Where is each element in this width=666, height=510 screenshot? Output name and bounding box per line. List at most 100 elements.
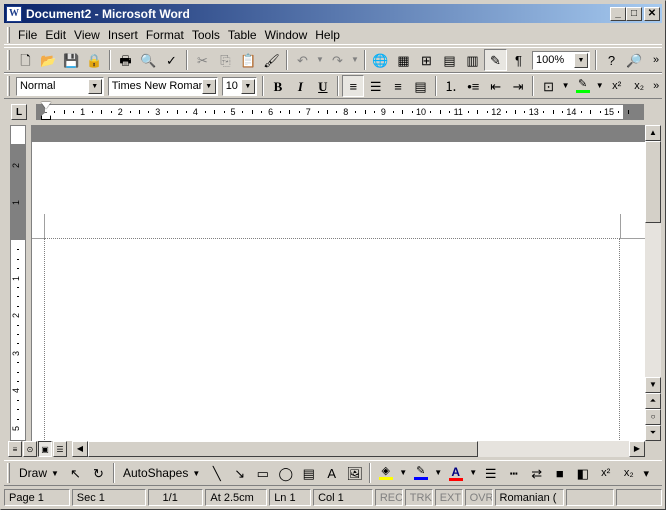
borders-dropdown-icon[interactable]: ▼ [560,75,572,97]
undo-dropdown-icon[interactable]: ▼ [314,49,326,71]
subscript-button[interactable]: x₂ [617,462,640,484]
print-preview-icon[interactable]: 🔍 [137,49,160,71]
research-icon[interactable]: 🔎 [623,49,646,71]
menu-edit[interactable]: Edit [41,26,70,44]
tab-selector[interactable]: L [11,104,27,120]
toolbar-options-icon[interactable]: ▾ [640,467,652,480]
text-boundary[interactable] [44,238,620,441]
arrow-style-icon[interactable]: ⇄ [525,462,548,484]
line-icon[interactable]: ╲ [205,462,228,484]
line-color-icon[interactable]: ✎ [409,462,432,484]
maximize-button[interactable]: □ [626,6,642,21]
font-size-select[interactable]: 10 ▼ [221,76,257,96]
align-center-icon[interactable]: ☰ [364,75,386,97]
print-layout-view-icon[interactable]: ▣ [38,441,52,457]
scroll-right-icon[interactable]: ▶ [629,441,645,457]
menu-help[interactable]: Help [311,26,344,44]
status-ovr[interactable]: OVR [464,489,493,506]
toolbar-grip[interactable] [7,463,10,483]
menu-view[interactable]: View [70,26,104,44]
toolbar-options-icon[interactable]: » [650,54,662,66]
insert-excel-icon[interactable]: ▤ [438,49,461,71]
fill-color-icon[interactable]: ◈ [374,462,397,484]
chevron-down-icon[interactable]: ▼ [87,78,102,94]
superscript-button[interactable]: x² [606,75,628,97]
menu-tools[interactable]: Tools [188,26,224,44]
chevron-down-icon[interactable]: ▼ [201,78,216,94]
status-page[interactable]: Page 1 [4,489,70,506]
status-spelling[interactable] [566,489,615,506]
document-area[interactable] [31,125,645,441]
cut-icon[interactable]: ✂ [191,49,214,71]
status-line[interactable]: Ln 1 [269,489,312,506]
vertical-scrollbar[interactable]: ▲ ▼ ⏶ ○ ⏷ [645,125,661,441]
outline-view-icon[interactable]: ☰ [53,441,67,457]
text-box-icon[interactable]: ▤ [297,462,320,484]
vertical-ruler[interactable]: 2 1 1 2 3 4 5 [10,125,26,441]
status-trk[interactable]: TRK [404,489,433,506]
toolbar-options-icon[interactable]: » [650,80,662,92]
columns-icon[interactable]: ▥ [461,49,484,71]
wordart-icon[interactable]: A [320,462,343,484]
status-section[interactable]: Sec 1 [71,489,146,506]
draw-menu-button[interactable]: Draw ▼ [14,462,64,484]
previous-page-icon[interactable]: ⏶ [645,393,661,409]
open-icon[interactable]: 📂 [37,49,60,71]
select-objects-icon[interactable]: ↖ [64,462,87,484]
status-rec[interactable]: REC [374,489,403,506]
horizontal-scrollbar[interactable]: ◀ ▶ [72,441,645,457]
font-select[interactable]: Times New Roman ▼ [107,76,218,96]
new-icon[interactable]: 🗋 [14,49,37,71]
highlight-icon[interactable]: ✎ [571,75,593,97]
status-language[interactable]: Romanian ( [494,489,565,506]
status-page-count[interactable]: 1/1 [147,489,204,506]
scroll-up-icon[interactable]: ▲ [645,125,661,141]
horizontal-scroll-thumb[interactable] [88,441,478,457]
clip-art-icon[interactable]: 🖼 [343,462,366,484]
first-line-indent-marker[interactable] [41,102,51,109]
copy-icon[interactable]: ⎘ [214,49,237,71]
numbering-icon[interactable]: ⒈ [440,75,462,97]
highlight-dropdown-icon[interactable]: ▼ [594,75,606,97]
menu-format[interactable]: Format [142,26,188,44]
font-color-dropdown-icon[interactable]: ▼ [467,462,479,484]
menu-file[interactable]: File [14,26,41,44]
line-style-icon[interactable]: ☰ [479,462,502,484]
oval-icon[interactable]: ◯ [274,462,297,484]
justify-icon[interactable]: ▤ [409,75,431,97]
rectangle-icon[interactable]: ▭ [251,462,274,484]
scroll-down-icon[interactable]: ▼ [645,377,661,393]
menu-window[interactable]: Window [261,26,312,44]
borders-icon[interactable]: ⊡ [537,75,559,97]
help-icon[interactable]: ? [600,49,623,71]
dash-style-icon[interactable]: ┅ [502,462,525,484]
undo-icon[interactable]: ↶ [291,49,314,71]
line-color-dropdown-icon[interactable]: ▼ [432,462,444,484]
increase-indent-icon[interactable]: ⇥ [507,75,529,97]
format-painter-icon[interactable]: 🖌 [260,49,283,71]
bullets-icon[interactable]: •≡ [462,75,484,97]
select-browse-object-icon[interactable]: ○ [645,409,661,425]
menu-table[interactable]: Table [224,26,261,44]
chevron-down-icon[interactable]: ▼ [574,52,588,68]
arrow-icon[interactable]: ↘ [228,462,251,484]
minimize-button[interactable]: _ [610,6,626,21]
save-icon[interactable]: 💾 [60,49,83,71]
show-hide-icon[interactable]: ¶ [507,49,530,71]
next-page-icon[interactable]: ⏷ [645,425,661,441]
align-left-icon[interactable]: ≡ [342,75,365,97]
3d-style-icon[interactable]: ◧ [571,462,594,484]
fill-color-dropdown-icon[interactable]: ▼ [397,462,409,484]
toolbar-grip[interactable] [7,76,10,96]
insert-table-icon[interactable]: ⊞ [415,49,438,71]
close-button[interactable]: ✕ [644,6,660,21]
redo-icon[interactable]: ↷ [326,49,349,71]
permission-icon[interactable]: 🔒 [83,49,106,71]
horizontal-ruler[interactable]: 1 2 3 4 5 6 7 8 9 10 11 12 13 14 15 [36,102,644,120]
spelling-icon[interactable]: ✓ [160,49,183,71]
free-rotate-icon[interactable]: ↻ [87,462,110,484]
style-select[interactable]: Normal ▼ [15,76,104,96]
align-right-icon[interactable]: ≡ [387,75,409,97]
status-column[interactable]: Col 1 [313,489,373,506]
chevron-down-icon[interactable]: ▼ [240,78,255,94]
